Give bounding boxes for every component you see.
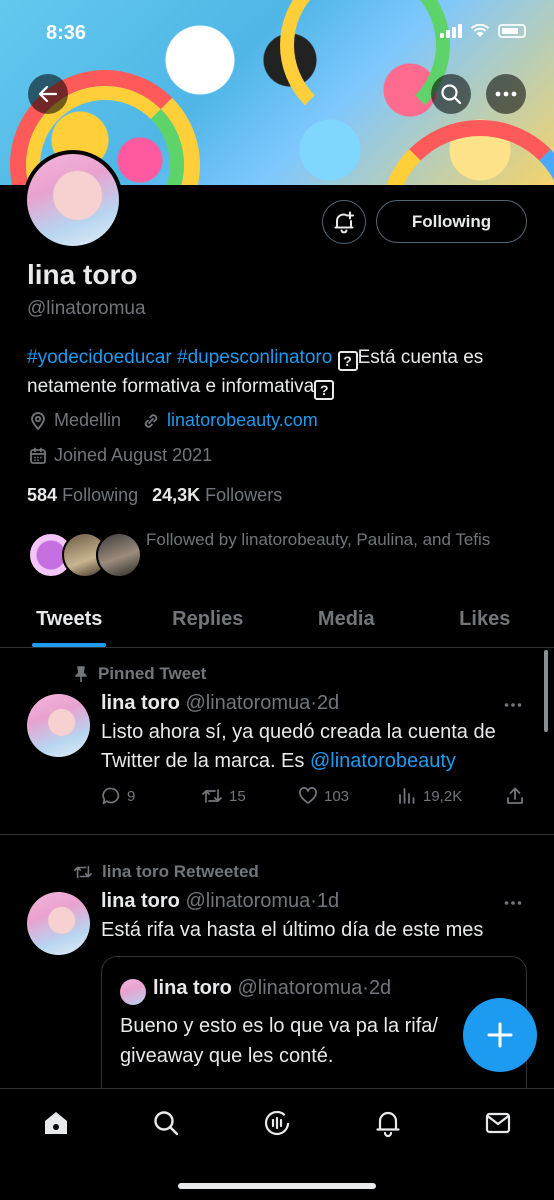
unknown-glyph-icon: ? [314,380,335,400]
followed-by-text[interactable]: Followed by linatorobeauty, Paulina, and… [146,527,526,553]
status-icons [440,24,526,38]
notifications-toggle-button[interactable] [322,200,366,244]
quoted-tweet-header: lina toro @linatoromua·2d [153,977,392,999]
mention-link[interactable]: @linatorobeauty [310,750,456,772]
profile-location: Medellin [54,410,122,430]
tweet-time: 1d [316,890,340,912]
notifications-icon [376,1111,400,1137]
views-button[interactable]: 19,2K [397,786,462,806]
more-button[interactable] [486,74,526,114]
retweet-icon [74,865,92,879]
heart-icon [299,787,317,804]
quoted-tweet-text: Bueno y esto es lo que va pa la rifa/ gi… [120,1015,438,1067]
tab-media[interactable]: Media [277,596,416,647]
hashtag-link[interactable]: #dupesconlinatoro [177,347,332,368]
more-icon [504,703,522,707]
nav-home[interactable] [36,1103,76,1143]
pin-icon [75,666,87,682]
tweet-time: 2d [316,692,340,714]
banner-art [280,0,450,130]
tab-likes[interactable]: Likes [416,596,554,647]
retweet-button[interactable]: 15 [201,786,246,806]
profile-bio: #yodecidoeducar #dupesconlinatoro ? Está … [27,343,532,401]
battery-icon [498,24,526,38]
tweet-text: Listo ahora sí, ya quedó creada la cuent… [101,721,496,772]
profile-website-link[interactable]: linatorobeauty.com [167,410,318,431]
profile-meta-joined-row: Joined August 2021 [28,445,212,466]
pinned-tweet-label: Pinned Tweet [72,664,206,684]
banner-art [380,120,554,185]
like-button[interactable]: 103 [298,786,349,806]
unknown-glyph-icon: ? [337,351,358,371]
search-icon [441,84,462,105]
profile-name: lina toro [27,259,138,290]
nav-notifications[interactable] [368,1103,408,1143]
quoted-tweet-author: lina toro [153,977,232,999]
tweet-author[interactable]: lina toro [101,890,180,912]
tweet-text: Está rifa va hasta el último día de este… [101,919,484,941]
tab-replies[interactable]: Replies [139,596,278,647]
profile-avatar[interactable] [23,150,123,250]
tweet-avatar[interactable] [27,694,90,757]
bell-plus-icon [334,211,354,234]
reply-button[interactable]: 9 [101,786,135,806]
arrow-left-icon [38,85,58,103]
scrollbar[interactable] [544,650,548,732]
plus-icon [487,1022,513,1048]
views-icon [399,788,415,804]
tweet-author[interactable]: lina toro [101,692,180,714]
tweet-actions: 9 15 103 19,2K [101,786,531,810]
cellular-signal-icon [440,24,462,38]
compose-tweet-button[interactable] [463,998,537,1072]
profile-handle: @linatoromua [27,298,146,319]
quoted-tweet-handle: @linatoromua [237,977,363,999]
tweet-handle: @linatoromua [185,890,311,912]
back-button[interactable] [28,74,68,114]
quoted-tweet-time: 2d [368,977,392,999]
link-icon [144,413,158,428]
status-time: 8:36 [46,22,87,44]
home-indicator[interactable] [178,1183,376,1189]
search-button[interactable] [431,74,471,114]
retweeted-label: lina toro Retweeted [72,862,259,882]
following-count-link[interactable]: 584 Following [27,485,138,506]
profile-meta-location-row: Medellin linatorobeauty.com [28,410,318,431]
nav-spaces[interactable] [257,1103,297,1143]
share-button[interactable] [505,786,525,806]
hashtag-link[interactable]: #yodecidoeducar [27,347,172,368]
tweet-more-button[interactable] [504,692,522,713]
home-icon [45,1112,67,1134]
more-icon [504,901,522,905]
reply-icon [102,787,120,805]
location-pin-icon [31,411,45,430]
tweet-divider [0,834,554,835]
tab-tweets[interactable]: Tweets [0,596,139,647]
nav-messages[interactable] [478,1103,518,1143]
messages-icon [485,1112,511,1134]
nav-search[interactable] [146,1103,186,1143]
avatar [120,979,146,1005]
tweet-handle: @linatoromua [185,692,311,714]
spaces-icon [264,1110,290,1136]
followed-by-avatars[interactable] [28,532,142,578]
followers-count-link[interactable]: 24,3K Followers [152,485,282,506]
profile-tabs: Tweets Replies Media Likes [0,596,554,648]
tweet-more-button[interactable] [504,890,522,911]
more-icon [495,91,517,97]
avatar [96,532,142,578]
follow-counts: 584 Following 24,3K Followers [27,485,282,506]
retweet-icon [202,789,222,803]
calendar-icon [30,447,46,464]
wifi-icon [470,24,490,37]
search-icon [154,1111,179,1136]
tweet-header: lina toro @linatoromua·1d [101,890,340,912]
following-button[interactable]: Following [376,200,527,243]
tweet-avatar[interactable] [27,892,90,955]
tweet-header: lina toro @linatoromua·2d [101,692,340,714]
profile-joined-date: Joined August 2021 [54,445,213,465]
share-icon [507,787,523,804]
